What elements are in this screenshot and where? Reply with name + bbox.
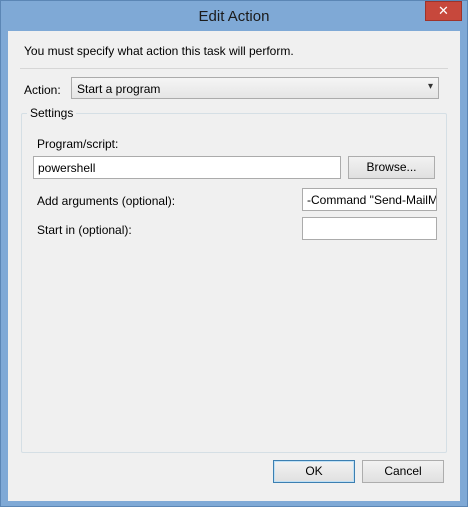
chevron-down-icon: ▾ [427, 81, 433, 92]
ok-button[interactable]: OK [273, 460, 355, 483]
program-script-value: powershell [38, 161, 96, 175]
add-arguments-input[interactable]: -Command "Send-MailMessage [302, 188, 437, 211]
add-arguments-label: Add arguments (optional): [37, 194, 176, 208]
program-script-label: Program/script: [37, 137, 119, 151]
instruction-text: You must specify what action this task w… [24, 44, 294, 58]
action-dropdown-value: Start a program [77, 82, 161, 96]
window-title: Edit Action [198, 8, 270, 25]
action-label: Action: [24, 83, 61, 97]
add-arguments-value: -Command "Send-MailMessage [307, 193, 437, 207]
close-icon: ✕ [438, 3, 449, 18]
browse-button[interactable]: Browse... [348, 156, 435, 179]
close-button[interactable]: ✕ [425, 1, 462, 21]
settings-group-title: Settings [27, 106, 77, 120]
program-script-input[interactable]: powershell [33, 156, 341, 179]
separator [20, 68, 448, 69]
start-in-label: Start in (optional): [37, 223, 132, 237]
dialog-client-area: You must specify what action this task w… [8, 31, 460, 501]
dialog-window: Edit Action ✕ You must specify what acti… [0, 0, 468, 507]
action-dropdown[interactable]: Start a program ▾ [71, 77, 439, 99]
title-bar[interactable]: Edit Action ✕ [1, 1, 467, 31]
settings-group: Settings Program/script: powershell Brow… [21, 106, 447, 453]
cancel-button[interactable]: Cancel [362, 460, 444, 483]
start-in-input[interactable] [302, 217, 437, 240]
